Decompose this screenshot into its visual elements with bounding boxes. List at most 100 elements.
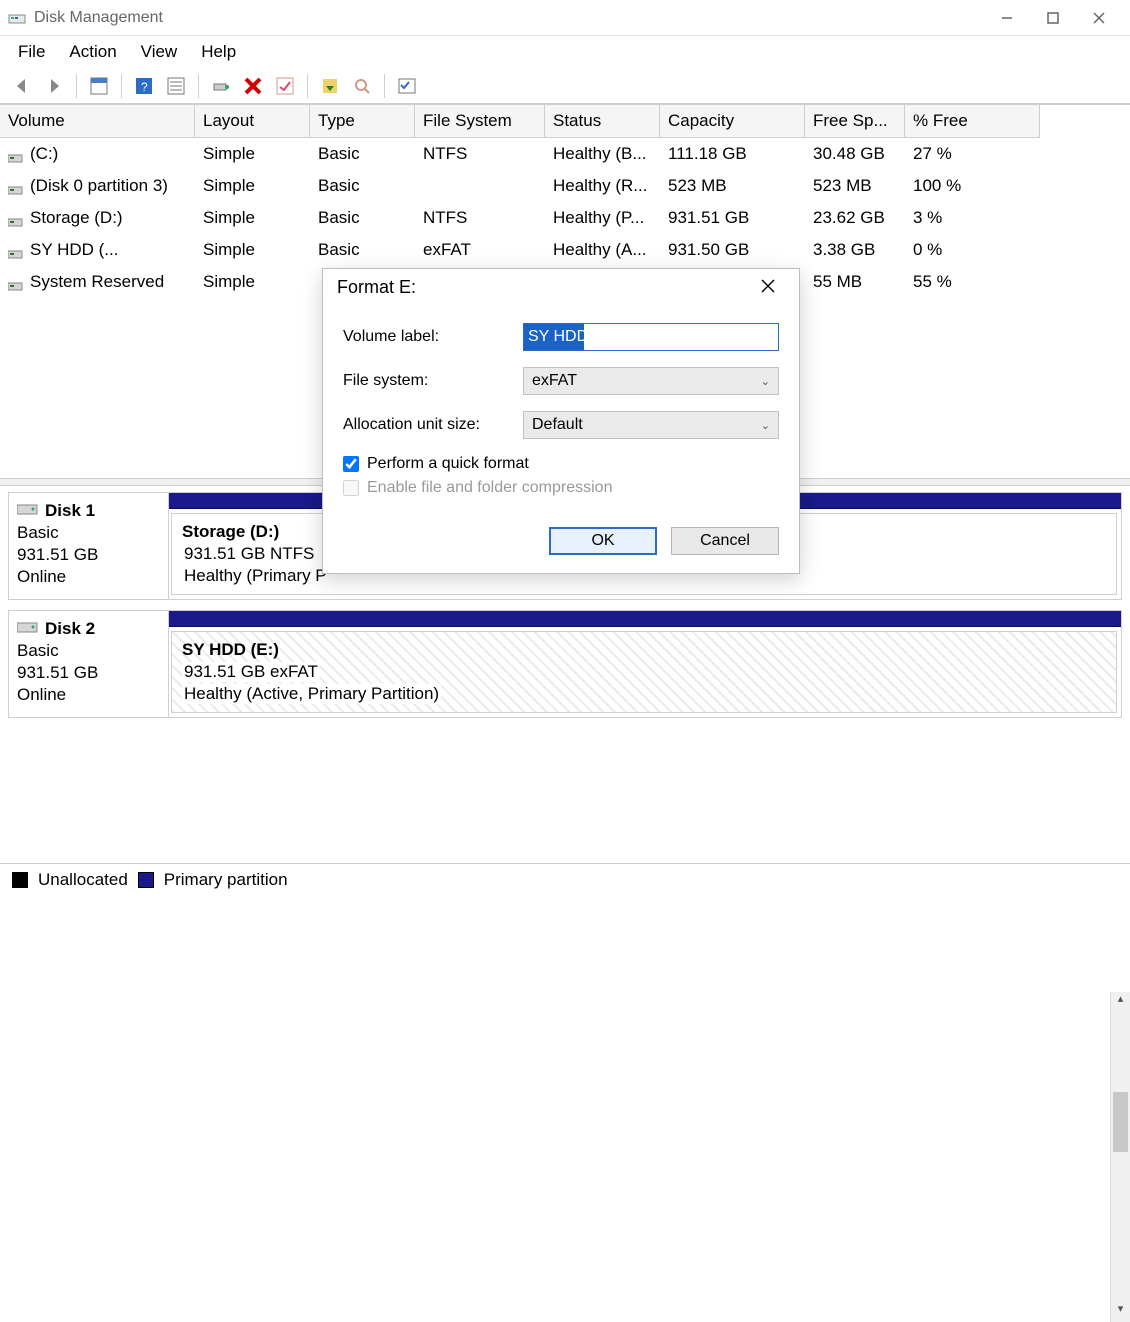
compression-label: Enable file and folder compression xyxy=(367,479,612,497)
cell-type: Basic xyxy=(318,240,360,259)
partition-line2: Healthy (Primary P xyxy=(182,566,329,586)
chevron-down-icon: ⌄ xyxy=(761,419,770,432)
window-title: Disk Management xyxy=(34,9,984,27)
scroll-up[interactable]: ▴ xyxy=(1111,992,1130,1012)
col-pctfree[interactable]: % Free xyxy=(905,105,1040,138)
cell-pct: 3 % xyxy=(913,208,942,227)
cell-layout: Simple xyxy=(203,144,255,163)
title-bar: Disk Management xyxy=(0,0,1130,36)
scroll-thumb[interactable] xyxy=(1113,1092,1128,1152)
filesystem-select[interactable]: exFAT ⌄ xyxy=(523,367,779,395)
minimize-button[interactable] xyxy=(984,3,1030,33)
cell-fs: NTFS xyxy=(423,208,467,227)
cell-pct: 0 % xyxy=(913,240,942,259)
forward-button[interactable] xyxy=(40,72,68,100)
cell-volume: System Reserved xyxy=(30,272,164,291)
cell-pct: 27 % xyxy=(913,144,952,163)
disk-type: Basic xyxy=(17,641,160,661)
cell-status: Healthy (A... xyxy=(553,240,647,259)
compression-checkbox: Enable file and folder compression xyxy=(343,479,779,497)
volume-label-input[interactable] xyxy=(523,323,779,351)
table-row[interactable]: (C:)SimpleBasicNTFSHealthy (B...111.18 G… xyxy=(0,138,1130,170)
table-row[interactable]: Storage (D:)SimpleBasicNTFSHealthy (P...… xyxy=(0,202,1130,234)
scrollbar[interactable]: ▴ ▾ xyxy=(1110,992,1130,1322)
help-icon[interactable]: ? xyxy=(130,72,158,100)
filesystem-value: exFAT xyxy=(532,372,577,390)
disk-size: 931.51 GB xyxy=(17,663,160,683)
col-freespace[interactable]: Free Sp... xyxy=(805,105,905,138)
allocation-label: Allocation unit size: xyxy=(343,416,523,434)
options-icon[interactable] xyxy=(393,72,421,100)
allocation-select[interactable]: Default ⌄ xyxy=(523,411,779,439)
cell-layout: Simple xyxy=(203,208,255,227)
menu-action[interactable]: Action xyxy=(59,38,126,66)
quick-format-label: Perform a quick format xyxy=(367,455,529,473)
cell-capacity: 931.51 GB xyxy=(668,208,749,227)
maximize-button[interactable] xyxy=(1030,3,1076,33)
legend-unallocated: Unallocated xyxy=(38,870,128,890)
scroll-down[interactable]: ▾ xyxy=(1111,1302,1130,1322)
cell-type: Basic xyxy=(318,144,360,163)
partition-bar xyxy=(169,611,1121,627)
partition-title: SY HDD (E:) xyxy=(182,640,1106,660)
details-icon[interactable] xyxy=(162,72,190,100)
legend-swatch-primary xyxy=(138,872,154,888)
cell-pct: 100 % xyxy=(913,176,961,195)
disk-state: Online xyxy=(17,685,160,705)
volume-label-label: Volume label: xyxy=(343,328,523,346)
partition-line1: 931.51 GB exFAT xyxy=(182,662,320,682)
partition-body[interactable]: SY HDD (E:)931.51 GB exFATHealthy (Activ… xyxy=(171,631,1117,713)
cell-free: 3.38 GB xyxy=(813,240,875,259)
col-layout[interactable]: Layout xyxy=(195,105,310,138)
menu-bar: File Action View Help xyxy=(0,36,1130,68)
properties-icon[interactable] xyxy=(85,72,113,100)
cell-pct: 55 % xyxy=(913,272,952,291)
cell-volume: Storage (D:) xyxy=(30,208,123,227)
new-vol-icon[interactable] xyxy=(316,72,344,100)
quick-format-input[interactable] xyxy=(343,456,359,472)
cell-fs: NTFS xyxy=(423,144,467,163)
check-icon[interactable] xyxy=(271,72,299,100)
quick-format-checkbox[interactable]: Perform a quick format xyxy=(343,455,779,473)
cell-capacity: 523 MB xyxy=(668,176,727,195)
cell-free: 523 MB xyxy=(813,176,872,195)
partition-line1: 931.51 GB NTFS xyxy=(182,544,316,564)
cell-layout: Simple xyxy=(203,240,255,259)
chevron-down-icon: ⌄ xyxy=(761,375,770,388)
cell-layout: Simple xyxy=(203,272,255,291)
delete-icon[interactable] xyxy=(239,72,267,100)
filesystem-label: File system: xyxy=(343,372,523,390)
col-filesystem[interactable]: File System xyxy=(415,105,545,138)
drive-icon xyxy=(17,502,39,516)
menu-file[interactable]: File xyxy=(8,38,55,66)
cell-free: 23.62 GB xyxy=(813,208,885,227)
cell-layout: Simple xyxy=(203,176,255,195)
ok-button[interactable]: OK xyxy=(549,527,657,555)
col-capacity[interactable]: Capacity xyxy=(660,105,805,138)
cell-status: Healthy (P... xyxy=(553,208,644,227)
disk-name: Disk 1 xyxy=(45,501,95,520)
table-row[interactable]: SY HDD (...SimpleBasicexFATHealthy (A...… xyxy=(0,234,1130,266)
cell-fs: exFAT xyxy=(423,240,471,259)
search-icon[interactable] xyxy=(348,72,376,100)
col-volume[interactable]: Volume xyxy=(0,105,195,138)
cell-capacity: 111.18 GB xyxy=(668,144,747,163)
menu-help[interactable]: Help xyxy=(191,38,246,66)
cell-capacity: 931.50 GB xyxy=(668,240,749,259)
disk-state: Online xyxy=(17,567,160,587)
back-button[interactable] xyxy=(8,72,36,100)
connect-icon[interactable] xyxy=(207,72,235,100)
cell-volume: (C:) xyxy=(30,144,58,163)
close-button[interactable] xyxy=(1076,3,1122,33)
col-type[interactable]: Type xyxy=(310,105,415,138)
table-row[interactable]: (Disk 0 partition 3)SimpleBasicHealthy (… xyxy=(0,170,1130,202)
allocation-value: Default xyxy=(532,416,583,434)
cancel-button[interactable]: Cancel xyxy=(671,527,779,555)
compression-input xyxy=(343,480,359,496)
disk-pane[interactable]: Disk 2Basic931.51 GBOnlineSY HDD (E:)931… xyxy=(8,610,1122,718)
dialog-close-button[interactable] xyxy=(751,277,785,298)
format-dialog: Format E: Volume label: File system: exF… xyxy=(322,268,800,574)
cell-type: Basic xyxy=(318,176,360,195)
col-status[interactable]: Status xyxy=(545,105,660,138)
menu-view[interactable]: View xyxy=(131,38,188,66)
